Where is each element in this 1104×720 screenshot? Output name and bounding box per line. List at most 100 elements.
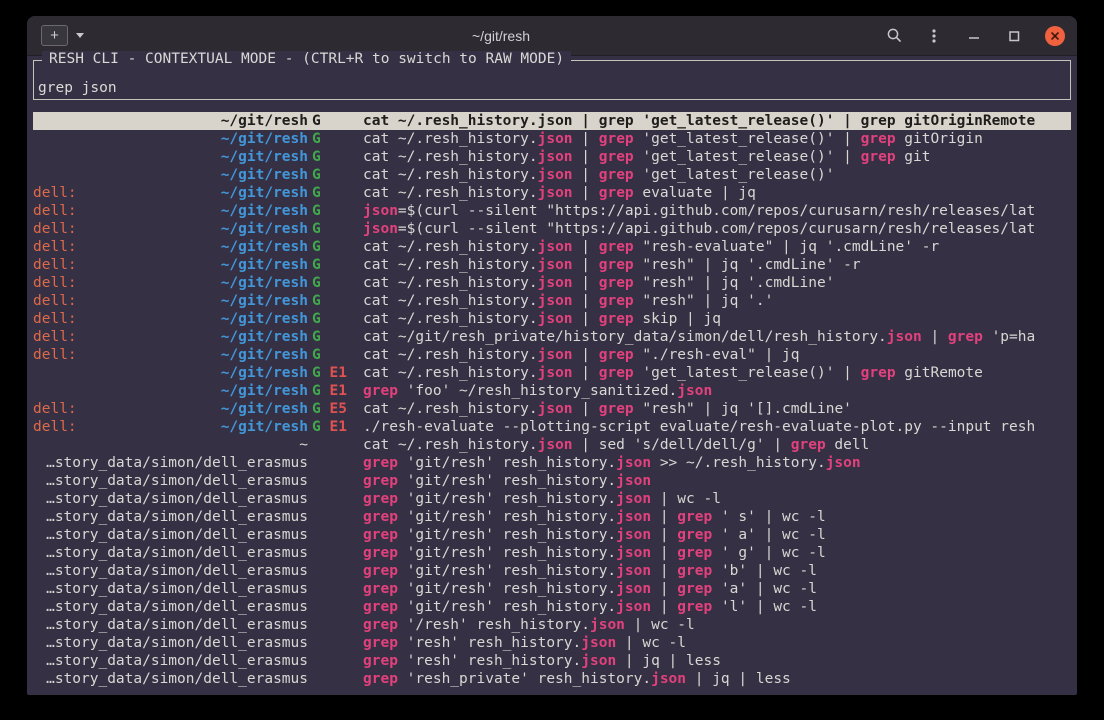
history-row[interactable]: dell:~/git/reshGcat ~/.resh_history.json… bbox=[33, 256, 1071, 274]
command-segment: cat ~/.resh_history. bbox=[363, 167, 538, 183]
command-segment-match: json bbox=[616, 473, 651, 489]
titlebar-right-group bbox=[885, 26, 1077, 46]
window-title: ~/git/resh bbox=[117, 28, 885, 44]
tab-dropdown-caret-icon[interactable] bbox=[76, 33, 84, 38]
history-row[interactable]: ~/git/reshGcat ~/.resh_history.json | gr… bbox=[33, 148, 1071, 166]
terminal-content: RESH CLI - CONTEXTUAL MODE - (CTRL+R to … bbox=[27, 56, 1077, 694]
menu-button[interactable] bbox=[925, 27, 943, 45]
search-button[interactable] bbox=[885, 27, 903, 45]
history-row[interactable]: …story_data/simon/dell_erasmusgrep 'git/… bbox=[33, 580, 1071, 598]
history-row[interactable]: …story_data/simon/dell_erasmusgrep 'git/… bbox=[33, 598, 1071, 616]
flags-cell: G E5 bbox=[308, 400, 363, 418]
history-row[interactable]: ~/git/reshG E1grep 'foo' ~/resh_history_… bbox=[33, 382, 1071, 400]
command-segment: 'git/resh' resh_history. bbox=[398, 527, 616, 543]
history-row[interactable]: dell:~/git/reshGjson=$(curl --silent "ht… bbox=[33, 202, 1071, 220]
host-dir-cell: dell:~/git/resh bbox=[33, 202, 308, 220]
history-list: ~/git/reshGcat ~/.resh_history.json | gr… bbox=[33, 112, 1071, 688]
history-row[interactable]: …story_data/simon/dell_erasmusgrep 'git/… bbox=[33, 544, 1071, 562]
command-segment: 'git/resh' resh_history. bbox=[398, 563, 616, 579]
history-row[interactable]: dell:~/git/reshGcat ~/.resh_history.json… bbox=[33, 238, 1071, 256]
command-segment: skip | jq bbox=[634, 311, 721, 327]
minimize-button[interactable] bbox=[965, 27, 983, 45]
command-text: cat ~/.resh_history.json | grep 'get_lat… bbox=[363, 112, 1071, 130]
close-button[interactable] bbox=[1045, 26, 1065, 46]
search-query-input[interactable]: grep json bbox=[38, 80, 117, 96]
history-row[interactable]: …story_data/simon/dell_erasmusgrep 'git/… bbox=[33, 472, 1071, 490]
command-segment-match: json bbox=[538, 185, 573, 201]
flags-cell: G bbox=[308, 346, 363, 364]
exit-code-flag: E5 bbox=[329, 401, 346, 417]
git-flag: G bbox=[312, 239, 321, 255]
directory-label: …story_data/simon/dell_erasmus bbox=[46, 562, 308, 580]
host-dir-cell: …story_data/simon/dell_erasmus bbox=[33, 598, 308, 616]
command-segment-match: json bbox=[590, 617, 625, 633]
host-dir-cell: dell:~/git/resh bbox=[33, 292, 308, 310]
host-dir-cell: ~/git/resh bbox=[33, 130, 308, 148]
history-row[interactable]: ~cat ~/.resh_history.json | sed 's/dell/… bbox=[33, 436, 1071, 454]
command-segment-match: grep bbox=[861, 149, 896, 165]
history-row[interactable]: ~/git/reshG E1cat ~/.resh_history.json |… bbox=[33, 364, 1071, 382]
directory-label: …story_data/simon/dell_erasmus bbox=[46, 526, 308, 544]
flags-cell: G bbox=[308, 328, 363, 346]
command-segment-match: json bbox=[363, 221, 398, 237]
history-row[interactable]: …story_data/simon/dell_erasmusgrep 'git/… bbox=[33, 508, 1071, 526]
command-segment: cat ~/git/resh_private/history_data/simo… bbox=[363, 329, 887, 345]
flags-cell bbox=[308, 634, 363, 652]
command-segment: "resh" | jq '.cmdLine' bbox=[634, 275, 835, 291]
command-segment-match: grep bbox=[363, 653, 398, 669]
history-row[interactable]: …story_data/simon/dell_erasmusgrep 'resh… bbox=[33, 652, 1071, 670]
flags-cell: G E1 bbox=[308, 418, 363, 436]
command-text: cat ~/.resh_history.json | grep "resh-ev… bbox=[363, 238, 1071, 256]
history-row[interactable]: ~/git/reshGcat ~/.resh_history.json | gr… bbox=[33, 130, 1071, 148]
git-flag: G bbox=[312, 383, 321, 399]
history-row[interactable]: …story_data/simon/dell_erasmusgrep 'git/… bbox=[33, 562, 1071, 580]
exit-code-flag: E1 bbox=[329, 365, 346, 381]
command-text: cat ~/.resh_history.json | grep "resh" |… bbox=[363, 256, 1071, 274]
host-dir-cell: ~/git/resh bbox=[33, 364, 308, 382]
command-segment-match: json bbox=[538, 311, 573, 327]
git-flag: G bbox=[312, 293, 321, 309]
history-row[interactable]: dell:~/git/reshGcat ~/.resh_history.json… bbox=[33, 292, 1071, 310]
history-row[interactable]: dell:~/git/reshG E1./resh-evaluate --plo… bbox=[33, 418, 1071, 436]
history-row[interactable]: …story_data/simon/dell_erasmusgrep 'resh… bbox=[33, 670, 1071, 688]
history-row[interactable]: dell:~/git/reshG E5cat ~/.resh_history.j… bbox=[33, 400, 1071, 418]
history-row[interactable]: dell:~/git/reshGcat ~/.resh_history.json… bbox=[33, 274, 1071, 292]
history-row[interactable]: …story_data/simon/dell_erasmusgrep 'git/… bbox=[33, 454, 1071, 472]
history-row[interactable]: ~/git/reshGcat ~/.resh_history.json | gr… bbox=[33, 112, 1071, 130]
history-row[interactable]: ~/git/reshGcat ~/.resh_history.json | gr… bbox=[33, 166, 1071, 184]
command-segment-match: grep bbox=[861, 131, 896, 147]
command-segment-match: grep bbox=[861, 365, 896, 381]
command-segment: gitRemote bbox=[896, 365, 983, 381]
git-flag: G bbox=[312, 149, 321, 165]
command-segment: "resh" | jq '.cmdLine' -r bbox=[634, 257, 861, 273]
history-row[interactable]: dell:~/git/reshGjson=$(curl --silent "ht… bbox=[33, 220, 1071, 238]
history-row[interactable]: dell:~/git/reshGcat ~/.resh_history.json… bbox=[33, 184, 1071, 202]
command-segment-match: grep bbox=[363, 545, 398, 561]
command-text: grep 'git/resh' resh_history.json | grep… bbox=[363, 526, 1071, 544]
directory-label: ~/git/resh bbox=[221, 274, 308, 292]
history-row[interactable]: …story_data/simon/dell_erasmus grep 'git/… bbox=[33, 526, 1071, 544]
command-segment-match: grep bbox=[363, 671, 398, 687]
history-row[interactable]: …story_data/simon/dell_erasmusgrep 'git/… bbox=[33, 490, 1071, 508]
command-segment: | jq | less bbox=[686, 671, 791, 687]
command-segment-match: json bbox=[538, 401, 573, 417]
command-text: json=$(curl --silent "https://api.github… bbox=[363, 220, 1071, 238]
command-segment-match: grep bbox=[363, 455, 398, 471]
history-row[interactable]: dell:~/git/reshGcat ~/.resh_history.json… bbox=[33, 346, 1071, 364]
history-row[interactable]: dell:~/git/reshGcat ~/git/resh_private/h… bbox=[33, 328, 1071, 346]
history-row[interactable]: …story_data/simon/dell_erasmusgrep 'resh… bbox=[33, 634, 1071, 652]
host-dir-cell: …story_data/simon/dell_erasmus bbox=[33, 670, 308, 688]
command-segment-match: grep bbox=[363, 383, 398, 399]
restore-button[interactable] bbox=[1005, 27, 1023, 45]
command-segment: cat ~/.resh_history. bbox=[363, 131, 538, 147]
exit-code-flag: E1 bbox=[329, 419, 346, 435]
command-segment-match: json bbox=[363, 203, 398, 219]
command-segment: cat ~/.resh_history. bbox=[363, 239, 538, 255]
new-tab-button[interactable]: + bbox=[41, 25, 68, 46]
command-text: cat ~/git/resh_private/history_data/simo… bbox=[363, 328, 1071, 346]
command-text: grep 'git/resh' resh_history.json bbox=[363, 472, 1071, 490]
history-row[interactable]: dell:~/git/reshGcat ~/.resh_history.json… bbox=[33, 310, 1071, 328]
host-dir-cell: dell:~/git/resh bbox=[33, 346, 308, 364]
history-row[interactable]: …story_data/simon/dell_erasmusgrep '/res… bbox=[33, 616, 1071, 634]
flags-cell: G bbox=[308, 292, 363, 310]
